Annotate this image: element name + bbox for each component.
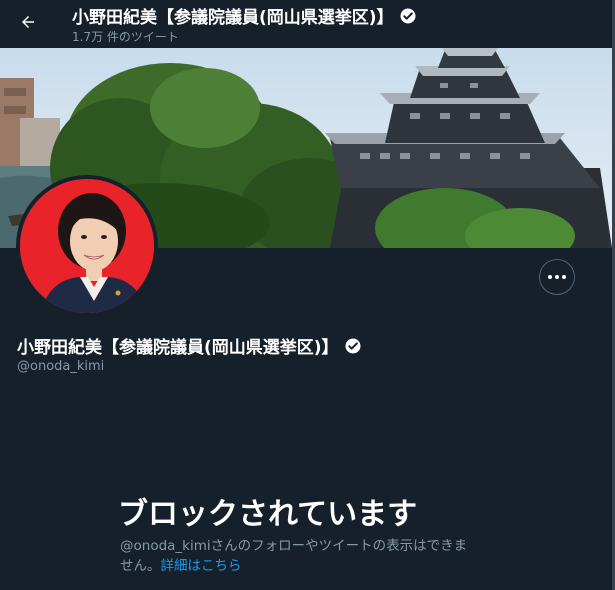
arrow-left-icon: [22, 16, 34, 28]
learn-more-link[interactable]: 詳細はこちら: [161, 558, 242, 574]
header-title-row: 小野田紀美【参議院議員(岡山県選挙区)】: [72, 3, 417, 28]
profile-display-name: 小野田紀美【参議院議員(岡山県選挙区)】: [17, 338, 339, 358]
avatar-photo: [20, 179, 154, 313]
blocked-message: @onoda_kimiさんのフォローやツイートの表示はできません。詳細はこちら: [120, 536, 480, 576]
verified-badge-icon: [399, 7, 417, 25]
profile-name-row: 小野田紀美【参議院議員(岡山県選挙区)】: [17, 333, 362, 358]
more-options-icon: [548, 275, 552, 279]
back-button[interactable]: [12, 6, 44, 38]
profile-avatar[interactable]: [16, 175, 158, 317]
more-options-button[interactable]: [539, 259, 575, 295]
profile-handle: @onoda_kimi: [17, 359, 105, 374]
profile-page: 小野田紀美【参議院議員(岡山県選挙区)】 1.7万 件のツイート 小野田紀美【参…: [0, 0, 615, 590]
more-dot: [562, 275, 566, 279]
more-dot: [555, 275, 559, 279]
profile-header: 小野田紀美【参議院議員(岡山県選挙区)】 1.7万 件のツイート: [0, 0, 612, 48]
verified-badge-icon: [344, 337, 362, 355]
blocked-title: ブロックされています: [118, 497, 418, 532]
header-title: 小野田紀美【参議院議員(岡山県選挙区)】: [72, 8, 394, 28]
tweet-count: 1.7万 件のツイート: [72, 30, 179, 44]
